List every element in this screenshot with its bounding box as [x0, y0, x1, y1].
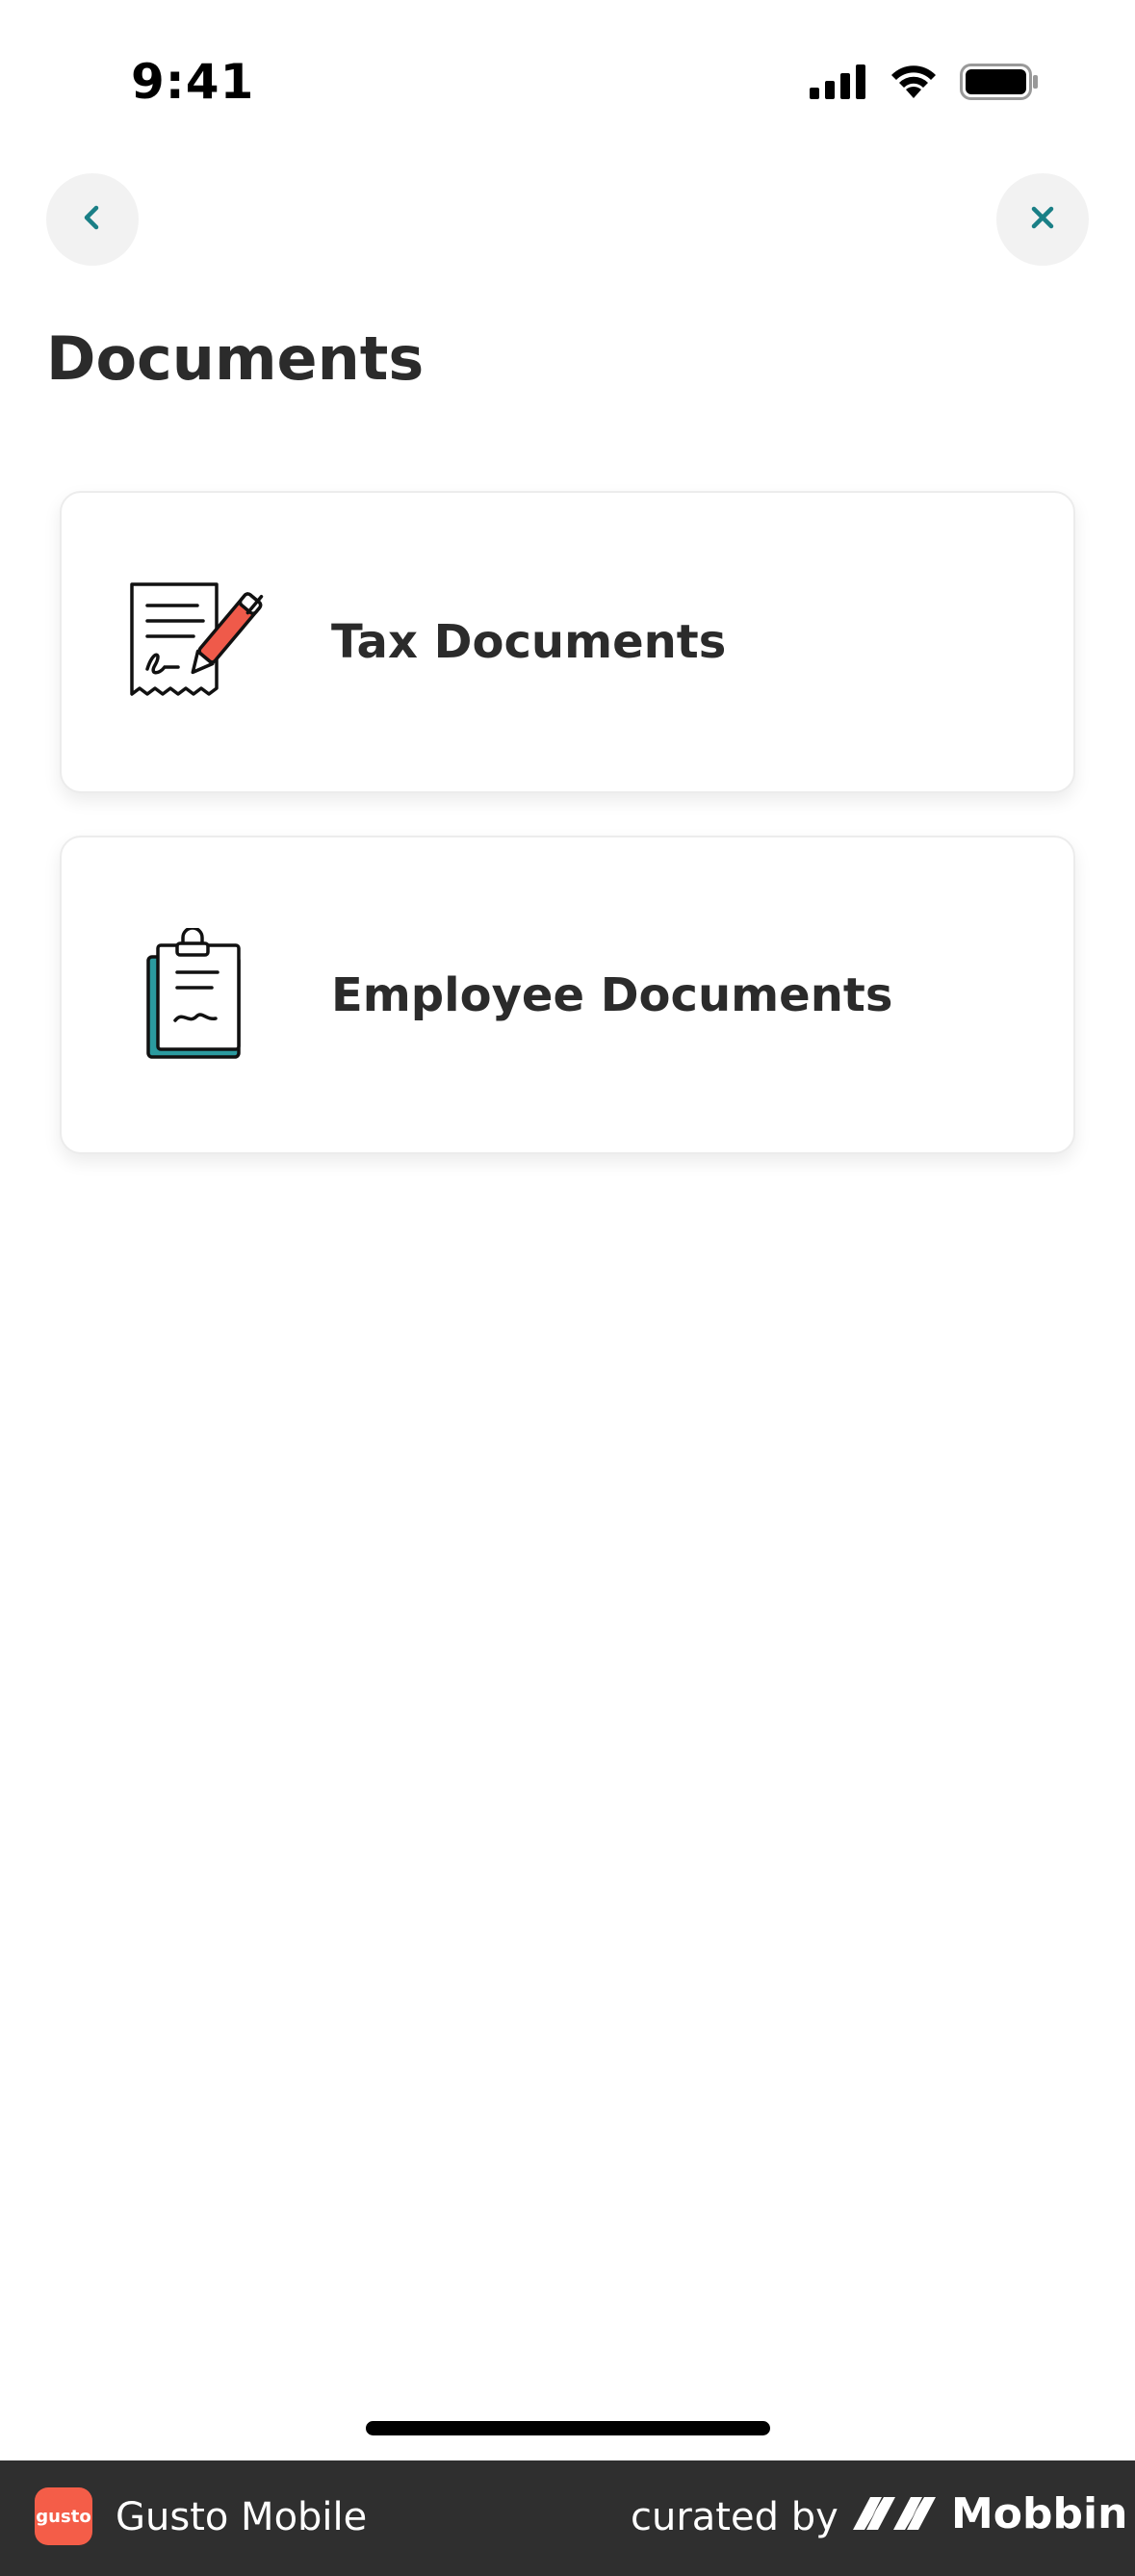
status-bar: 9:41 — [0, 0, 1135, 168]
tax-documents-card[interactable]: Tax Documents — [60, 491, 1075, 793]
signed-receipt-pen-icon — [116, 565, 270, 719]
mobbin-logo-icon — [851, 2491, 938, 2537]
page-title: Documents — [46, 323, 425, 394]
back-button[interactable] — [46, 173, 139, 266]
app-name: Gusto Mobile — [116, 2495, 368, 2539]
employee-documents-label: Employee Documents — [331, 967, 893, 1022]
curated-by-label: curated by — [631, 2495, 838, 2539]
mobbin-brand: Mobbin — [851, 2489, 1127, 2538]
home-indicator — [366, 2421, 770, 2435]
chevron-left-icon — [76, 201, 109, 238]
employee-documents-card[interactable]: Employee Documents — [60, 836, 1075, 1154]
wifi-icon — [889, 64, 939, 104]
battery-icon — [960, 64, 1039, 104]
close-button[interactable] — [996, 173, 1089, 266]
screen: 9:41 Documents Tax Documents Employee Do… — [0, 0, 1135, 2576]
cellular-signal-icon — [810, 64, 867, 103]
status-icons — [810, 64, 1039, 104]
mobbin-label: Mobbin — [951, 2489, 1128, 2538]
clipboard-document-icon — [116, 918, 270, 1072]
app-logo: gusto — [35, 2487, 92, 2545]
status-time: 9:41 — [131, 54, 255, 110]
tax-documents-label: Tax Documents — [331, 615, 727, 669]
footer-bar: gusto Gusto Mobile curated by Mobbin — [0, 2460, 1135, 2576]
close-icon — [1026, 201, 1059, 238]
